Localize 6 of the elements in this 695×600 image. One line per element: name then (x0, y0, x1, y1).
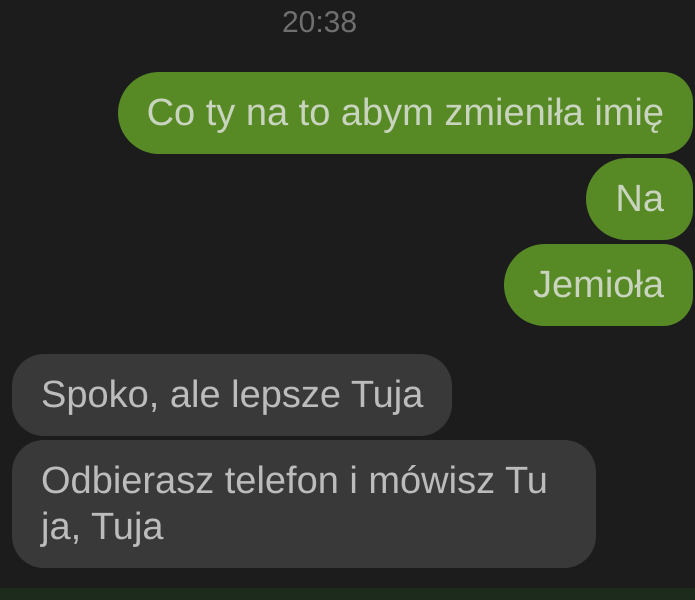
timestamp: 20:38 (282, 7, 358, 39)
received-message-bubble: Odbierasz telefon i mówisz Tu ja, Tuja (12, 440, 596, 568)
sent-message-bubble: Co ty na to abym zmieniła imię (118, 72, 693, 154)
sent-message-bubble: Jemioła (504, 244, 693, 326)
received-message-bubble: Spoko, ale lepsze Tuja (12, 354, 452, 436)
sent-message-bubble: Na (586, 158, 693, 240)
